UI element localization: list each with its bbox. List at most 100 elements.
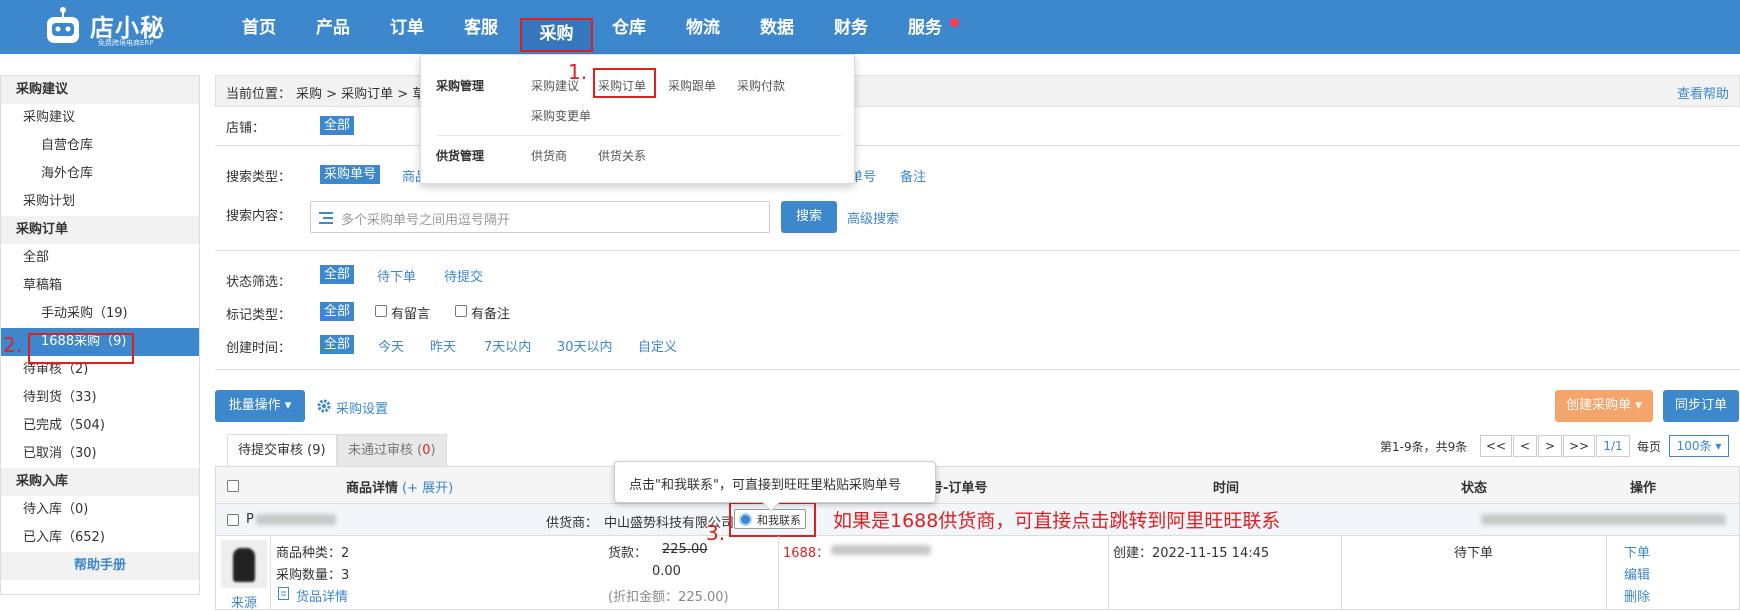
tab-not-approved[interactable]: 未通过审核 (0): [337, 434, 447, 466]
dropdown-item-supply-relation[interactable]: 供货关系: [598, 147, 646, 164]
select-all-checkbox[interactable]: [227, 480, 239, 492]
mark-type-label: 标记类型：: [226, 308, 292, 323]
product-thumbnail[interactable]: [221, 540, 267, 588]
status-all-tag[interactable]: 全部: [320, 265, 355, 284]
sidebar-item-inbound-done[interactable]: 已入库（652): [1, 524, 199, 552]
sync-orders-button[interactable]: 同步订单: [1663, 390, 1739, 422]
sidebar-item-own-warehouse[interactable]: 自营仓库: [1, 132, 199, 160]
time-7days[interactable]: 7天以内: [484, 336, 531, 355]
notification-dot: [950, 18, 959, 27]
nav-purchase[interactable]: 采购: [520, 18, 593, 52]
col-divider: [778, 536, 779, 610]
product-kinds: 商品种类：2: [276, 546, 350, 561]
has-message-label: 有留言: [391, 307, 431, 322]
nav-warehouse[interactable]: 仓库: [604, 12, 654, 44]
advanced-search-link[interactable]: 高级搜索: [847, 208, 899, 227]
place-order-link[interactable]: 下单: [1624, 542, 1650, 561]
dropdown-item-change-order[interactable]: 采购变更单: [531, 107, 591, 124]
edit-link[interactable]: 编辑: [1624, 564, 1650, 583]
goods-detail-link[interactable]: 货品详情: [296, 586, 348, 605]
price-label: 货款：: [608, 546, 648, 561]
shop-all-tag[interactable]: 全部: [320, 116, 355, 135]
create-time-label: 创建时间：: [226, 341, 292, 356]
nav-products[interactable]: 产品: [308, 12, 358, 44]
nav-data[interactable]: 数据: [752, 12, 802, 44]
sidebar-item-overseas-warehouse[interactable]: 海外仓库: [1, 160, 199, 188]
nav-service[interactable]: 服务: [900, 12, 950, 44]
per-page-value: 100条: [1676, 439, 1712, 453]
search-button[interactable]: 搜索: [781, 201, 837, 233]
sidebar-item-drafts[interactable]: 草稿箱: [1, 272, 199, 300]
dropdown-item-supplier[interactable]: 供货商: [531, 147, 567, 164]
time-yesterday[interactable]: 昨天: [430, 336, 456, 355]
dropdown-group-supplier-mgmt: 供货管理: [436, 149, 485, 163]
divider: [215, 369, 1740, 370]
has-remark-checkbox[interactable]: [455, 305, 467, 317]
tab-not-approved-end: ): [430, 443, 436, 458]
search-type-po-tag[interactable]: 采购单号: [320, 165, 381, 184]
dropdown-item-follow[interactable]: 采购跟单: [668, 77, 716, 94]
delete-link[interactable]: 删除: [1624, 586, 1650, 605]
time-30days[interactable]: 30天以内: [557, 336, 613, 355]
nav-home[interactable]: 首页: [234, 12, 284, 44]
help-link[interactable]: 查看帮助: [1677, 83, 1729, 102]
sidebar-item-suggest[interactable]: 采购建议: [1, 104, 199, 132]
logo[interactable]: 店小秘 免费跨境电商ERP: [44, 2, 174, 50]
col-operations: 操作: [1630, 481, 1657, 496]
col-status: 状态: [1461, 481, 1488, 496]
status-filter-label: 状态筛选：: [226, 275, 292, 290]
discount-amount: (折扣金额：225.00): [608, 590, 729, 605]
sidebar-help-link[interactable]: 帮助手册: [1, 552, 199, 580]
pager-prev[interactable]: <: [1513, 435, 1537, 457]
sidebar-item-awaiting-arrival[interactable]: 待到货（33): [1, 384, 199, 412]
mark-all-tag[interactable]: 全部: [320, 302, 355, 321]
col-divider: [270, 536, 271, 610]
highlight-box-1688: [28, 333, 134, 364]
tab-pending-submit[interactable]: 待提交审核 (9): [227, 434, 337, 466]
dropdown-item-payment[interactable]: 采购付款: [737, 77, 785, 94]
create-purchase-order-button[interactable]: 创建采购单 ▾: [1555, 390, 1653, 422]
purchase-settings-link[interactable]: 采购设置: [336, 398, 388, 417]
logo-subtitle: 免费跨境电商ERP: [98, 39, 154, 47]
price-after: 0.00: [652, 564, 681, 579]
per-page-select[interactable]: 100条 ▾: [1669, 435, 1729, 457]
contact-tooltip: 点击"和我联系"，可直接到旺旺里粘贴采购单号: [614, 461, 936, 512]
nav-logistics[interactable]: 物流: [678, 12, 728, 44]
nav-customer-service[interactable]: 客服: [456, 12, 506, 44]
batch-operation-button[interactable]: 批量操作 ▾: [215, 390, 305, 422]
po-number-blurred: [256, 514, 336, 525]
source-link[interactable]: 来源: [231, 592, 257, 611]
has-message-checkbox[interactable]: [375, 305, 387, 317]
sidebar-section-orders: 采购订单: [1, 216, 199, 244]
pager-page: 1/1: [1596, 435, 1630, 457]
sidebar-item-to-inbound[interactable]: 待入库（0): [1, 496, 199, 524]
search-type-remark[interactable]: 备注: [900, 166, 926, 185]
list-icon: [319, 212, 333, 224]
status-pending-submit[interactable]: 待提交: [444, 266, 483, 285]
price-value: 225.00: [662, 542, 708, 557]
sidebar-item-manual[interactable]: 手动采购（19): [1, 300, 199, 328]
supplier-label: 供货商：: [546, 516, 599, 531]
sidebar-item-completed[interactable]: 已完成（504): [1, 412, 199, 440]
sidebar-section-inbound: 采购入库: [1, 468, 199, 496]
time-custom[interactable]: 自定义: [638, 336, 677, 355]
sidebar-item-cancelled[interactable]: 已取消（30): [1, 440, 199, 468]
nav-finance[interactable]: 财务: [826, 12, 876, 44]
pager-first[interactable]: <<: [1480, 435, 1512, 457]
pager-next[interactable]: >: [1538, 435, 1562, 457]
sidebar-item-all[interactable]: 全部: [1, 244, 199, 272]
row-checkbox[interactable]: [227, 514, 239, 526]
search-content-label: 搜索内容：: [226, 209, 292, 224]
expand-link[interactable]: (+ 展开): [402, 477, 453, 496]
status-pending-order[interactable]: 待下单: [377, 266, 416, 285]
nav-orders[interactable]: 订单: [382, 12, 432, 44]
search-input[interactable]: 多个采购单号之间用逗号隔开: [310, 201, 770, 233]
order-detail-row: 来源 商品种类：2 采购数量：3 货品详情 货款： 225.00 0.00 (折…: [215, 536, 1740, 611]
pager-last[interactable]: >>: [1563, 435, 1595, 457]
sidebar-item-plan[interactable]: 采购计划: [1, 188, 199, 216]
col-divider: [1341, 536, 1342, 610]
dropdown-group-purchase-mgmt: 采购管理: [436, 79, 485, 93]
col-divider: [1108, 536, 1109, 610]
time-all-tag[interactable]: 全部: [320, 335, 355, 354]
time-today[interactable]: 今天: [378, 336, 404, 355]
